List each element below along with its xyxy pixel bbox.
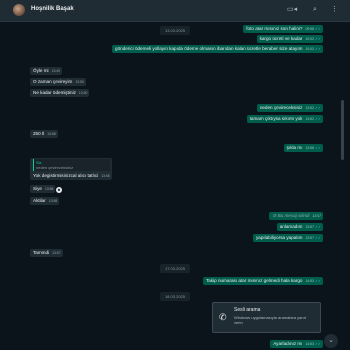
- message-bubble[interactable]: tamam çıktıysa sıkıntı yok 13:52✓✓: [246, 115, 323, 123]
- chat-header: Hoşnilik Başak ▭◂ ⌕ ⋮: [0, 0, 350, 22]
- read-receipt-icon: ✓✓: [314, 236, 321, 240]
- message-text: gönderici ödemeli yollayın kapıda ödeme …: [115, 46, 303, 51]
- message-time: 13:50: [78, 91, 88, 95]
- message-bubble[interactable]: Aktilar 13:58: [30, 197, 60, 205]
- message-bubble[interactable]: Siz neden çevireceksiniz Yok degistirmis…: [30, 158, 112, 180]
- message-bubble[interactable]: Ayarladınız mı 14:53✓✓: [270, 340, 323, 348]
- message-text: Yok degistirmisinizcal alıcı tatlıci: [33, 173, 99, 178]
- read-receipt-icon: ✓✓: [314, 106, 321, 110]
- notification-title: Sesli arama: [234, 307, 261, 313]
- message-time: 10:02: [305, 47, 314, 51]
- read-receipt-icon: ✓✓: [314, 279, 321, 283]
- message-text: Ayarladınız mı: [273, 341, 303, 346]
- message-text: Aktilar: [33, 198, 46, 203]
- message-time: 13:49: [51, 69, 61, 73]
- message-time: 14:53: [305, 342, 314, 346]
- message-bubble[interactable]: Öyle mi 13:49: [30, 67, 63, 75]
- read-receipt-icon: ✓✓: [314, 47, 321, 51]
- read-receipt-icon: ✓✓: [314, 37, 321, 41]
- message-time: 13:58: [47, 132, 56, 136]
- message-bubble[interactable]: Tammdi 13:57: [30, 249, 63, 257]
- date-divider: 17.03.2025: [159, 264, 191, 273]
- message-bubble[interactable]: şıkla mı 13:58✓✓: [283, 144, 323, 152]
- call-notification[interactable]: ✆ Sesli arama Windows uygulamasıyla aram…: [212, 302, 321, 333]
- message-time: 13:58: [305, 146, 314, 150]
- message-bubble[interactable]: O zaman çevireyim 13:50: [30, 78, 86, 86]
- phone-icon: ✆: [219, 312, 227, 322]
- message-text: O zaman çevireyim: [33, 79, 73, 84]
- reaction-emoji-icon[interactable]: ☻: [56, 187, 62, 193]
- message-bubble[interactable]: gönderici ödemeli yollayın kapıda ödeme …: [112, 45, 323, 53]
- message-bubble[interactable]: Takip numarası atar mısınız gelmedi hala…: [202, 277, 323, 285]
- message-text: yapılabiliyorsa yapalım: [255, 235, 303, 240]
- message-time: 13:57: [305, 236, 314, 240]
- message-time: 13:52: [305, 106, 314, 110]
- message-text: Takip numarası atar mısınız gelmedi hala…: [205, 278, 303, 283]
- message-time: 13:57: [305, 225, 314, 229]
- message-text: Öyle mi: [33, 68, 49, 73]
- message-text: Ne kadar ödemiştiniz: [33, 90, 76, 95]
- search-icon[interactable]: ⌕: [313, 6, 317, 14]
- message-time: 13:50: [75, 80, 84, 84]
- message-time: 13:52: [305, 117, 314, 121]
- message-time: 14:53: [305, 279, 314, 283]
- read-receipt-icon: ✓✓: [314, 342, 321, 346]
- message-bubble[interactable]: neden çevireceksiniz 13:52✓✓: [256, 104, 323, 112]
- message-time: 10:02: [305, 37, 314, 41]
- message-bubble[interactable]: Siye 13:58: [30, 185, 56, 193]
- quoted-text: neden çevireceksiniz: [36, 165, 74, 170]
- message-time: 13:57: [52, 251, 61, 255]
- message-text: Bu mesaj silindi: [277, 213, 310, 218]
- message-text: anlamadım: [279, 224, 303, 229]
- deleted-message-bubble[interactable]: ⊘ Bu mesaj silindi 13:57: [269, 212, 323, 220]
- message-bubble[interactable]: 250 tl 13:58: [30, 130, 58, 138]
- date-divider: 13.03.2025: [159, 26, 191, 35]
- message-bubble[interactable]: yapılabiliyorsa yapalım 13:57✓✓: [252, 234, 323, 242]
- video-call-icon[interactable]: ▭◂: [287, 6, 297, 14]
- read-receipt-icon: ✓✓: [314, 27, 321, 31]
- message-time: 13:57: [312, 214, 322, 218]
- date-divider: 18.03.2025: [159, 292, 191, 301]
- message-text: 250 tl: [33, 131, 45, 136]
- notification-body: Windows uygulamasıyla aramalara yanıt ve…: [234, 315, 306, 325]
- avatar[interactable]: [13, 4, 25, 16]
- chat-area: 13.03.2025 foto atar mısınız son halini?…: [0, 22, 350, 350]
- message-text: Siye: [33, 186, 42, 191]
- message-text: kargo ücreti ve kadar: [259, 36, 303, 41]
- quoted-message[interactable]: Siz neden çevireceksiniz: [33, 159, 110, 171]
- message-bubble[interactable]: kargo ücreti ve kadar 10:02✓✓: [256, 35, 323, 43]
- message-time: 13:58: [44, 187, 54, 191]
- message-text: tamam çıktıysa sıkıntı yok: [249, 116, 303, 121]
- read-receipt-icon: ✓✓: [314, 146, 321, 150]
- contact-name[interactable]: Hoşnilik Başak: [31, 6, 74, 12]
- message-time: 13:58: [48, 199, 58, 203]
- message-bubble[interactable]: anlamadım 13:57✓✓: [276, 223, 323, 231]
- read-receipt-icon: ✓✓: [314, 225, 321, 229]
- message-text: foto atar mısınız son halini?: [246, 26, 303, 31]
- message-bubble[interactable]: foto atar mısınız son halini? 09:58✓✓: [243, 25, 323, 33]
- scrollbar[interactable]: [341, 100, 344, 160]
- message-bubble[interactable]: Ne kadar ödemiştiniz 13:50: [30, 89, 90, 97]
- message-text: şıkla mı: [286, 145, 303, 150]
- message-text: Tammdi: [33, 250, 50, 255]
- message-time: 13:58: [101, 174, 110, 178]
- read-receipt-icon: ✓✓: [314, 117, 321, 121]
- chevron-down-icon[interactable]: ⌄: [324, 334, 338, 348]
- more-menu-icon[interactable]: ⋮: [331, 6, 338, 14]
- message-time: 09:58: [305, 27, 314, 31]
- message-text: neden çevireceksiniz: [259, 105, 303, 110]
